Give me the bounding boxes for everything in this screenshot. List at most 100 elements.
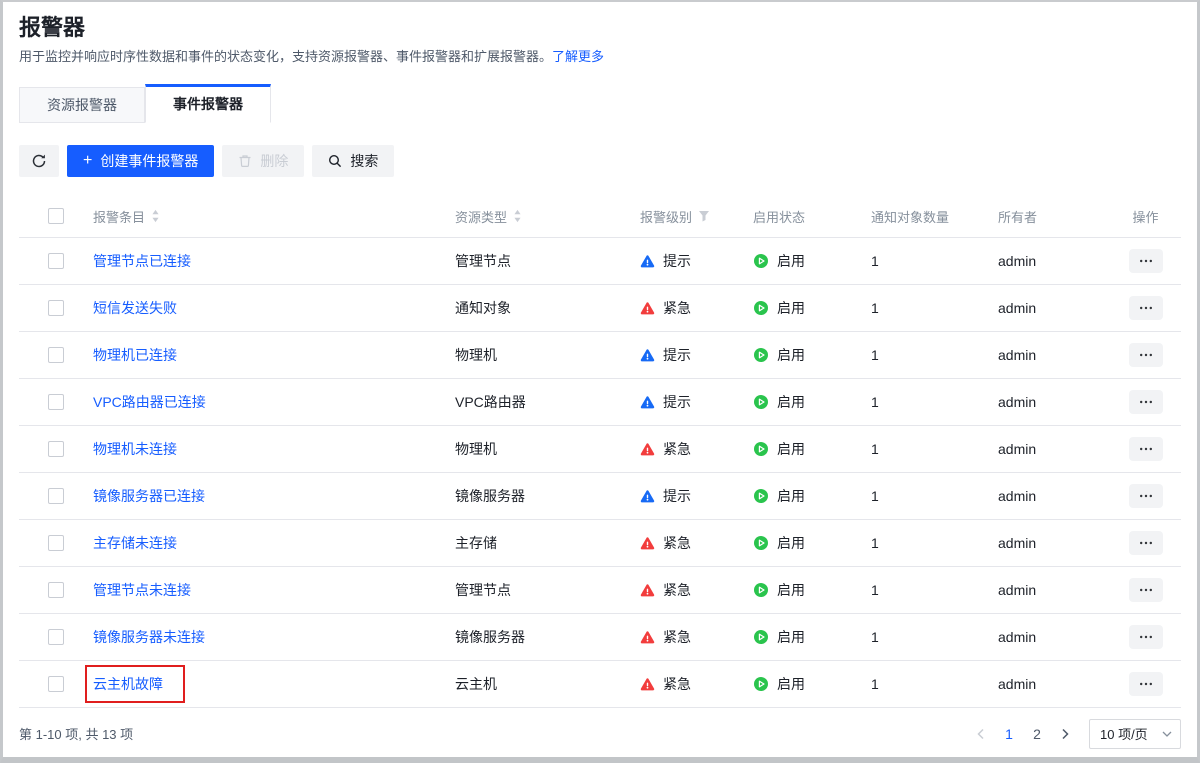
- row-checkbox[interactable]: [48, 300, 64, 316]
- filter-icon[interactable]: [698, 210, 710, 222]
- delete-label: 删除: [260, 151, 288, 171]
- resource-type-cell: 镜像服务器: [455, 486, 640, 506]
- row-checkbox[interactable]: [48, 488, 64, 504]
- row-actions-button[interactable]: [1129, 249, 1163, 273]
- status-label: 启用: [777, 392, 805, 412]
- table-footer: 第 1-10 项, 共 13 项 1 2 10 项/页: [19, 708, 1181, 759]
- row-checkbox[interactable]: [48, 347, 64, 363]
- alarm-name-link[interactable]: 云主机故障: [93, 676, 163, 692]
- notify-count-cell: 1: [871, 347, 998, 363]
- next-page-button[interactable]: [1053, 722, 1077, 746]
- row-checkbox[interactable]: [48, 535, 64, 551]
- row-actions-button[interactable]: [1129, 531, 1163, 555]
- status-enabled-icon: [753, 347, 769, 363]
- tab-resource-alarms[interactable]: 资源报警器: [19, 87, 145, 123]
- alarm-level-label: 紧急: [663, 627, 691, 647]
- row-actions-button[interactable]: [1129, 437, 1163, 461]
- alarm-name-link[interactable]: 短信发送失败: [93, 300, 177, 316]
- chevron-down-icon: [1162, 731, 1172, 737]
- alarm-name-link[interactable]: 镜像服务器已连接: [93, 488, 205, 504]
- page-size-select[interactable]: 10 项/页: [1089, 719, 1181, 749]
- enable-status-cell: 启用: [753, 345, 871, 365]
- page-number-1[interactable]: 1: [997, 722, 1021, 746]
- alarm-level-cell: 提示: [640, 392, 753, 412]
- alarm-name-cell: 管理节点未连接: [93, 580, 191, 600]
- alarm-level-label: 提示: [663, 486, 691, 506]
- alarm-level-label: 紧急: [663, 674, 691, 694]
- column-header-owner: 所有者: [998, 207, 1110, 226]
- column-header-alarm-name[interactable]: 报警条目: [93, 207, 455, 226]
- row-checkbox[interactable]: [48, 441, 64, 457]
- row-checkbox[interactable]: [48, 676, 64, 692]
- row-actions-button[interactable]: [1129, 672, 1163, 696]
- learn-more-link[interactable]: 了解更多: [552, 49, 604, 64]
- ellipsis-icon: [1139, 259, 1153, 263]
- alarm-name-link[interactable]: 物理机已连接: [93, 347, 177, 363]
- notify-count-cell: 1: [871, 253, 998, 269]
- status-enabled-icon: [753, 629, 769, 645]
- row-checkbox[interactable]: [48, 629, 64, 645]
- alarm-level-cell: 紧急: [640, 439, 753, 459]
- sort-icon[interactable]: [513, 209, 522, 223]
- enable-status-cell: 启用: [753, 674, 871, 694]
- create-event-alarm-button[interactable]: + 创建事件报警器: [67, 145, 214, 177]
- refresh-button[interactable]: [19, 145, 59, 177]
- resource-type-cell: 主存储: [455, 533, 640, 553]
- create-event-alarm-label: 创建事件报警器: [100, 151, 198, 171]
- page-description-text: 用于监控并响应时序性数据和事件的状态变化，支持资源报警器、事件报警器和扩展报警器…: [19, 49, 552, 64]
- row-actions-button[interactable]: [1129, 578, 1163, 602]
- row-actions-button[interactable]: [1129, 296, 1163, 320]
- status-label: 启用: [777, 674, 805, 694]
- alarm-level-cell: 紧急: [640, 627, 753, 647]
- row-actions-button[interactable]: [1129, 343, 1163, 367]
- owner-cell: admin: [998, 347, 1110, 363]
- prev-page-button[interactable]: [969, 722, 993, 746]
- owner-cell: admin: [998, 488, 1110, 504]
- table-row: 物理机已连接 物理机 提示 启用 1 admin: [19, 332, 1181, 379]
- column-header-resource-type[interactable]: 资源类型: [455, 207, 640, 226]
- table-row: 管理节点未连接 管理节点 紧急 启用 1 admin: [19, 567, 1181, 614]
- column-header-alarm-level[interactable]: 报警级别: [640, 207, 753, 226]
- alarm-name-link[interactable]: 物理机未连接: [93, 441, 177, 457]
- alarm-name-link[interactable]: 管理节点未连接: [93, 582, 191, 598]
- alarm-level-label: 提示: [663, 392, 691, 412]
- sort-icon[interactable]: [151, 209, 160, 223]
- alarm-name-link[interactable]: 镜像服务器未连接: [93, 629, 205, 645]
- status-label: 启用: [777, 298, 805, 318]
- row-actions-button[interactable]: [1129, 625, 1163, 649]
- alarm-level-icon: [640, 301, 655, 316]
- table-body: 管理节点已连接 管理节点 提示 启用 1 admin: [19, 238, 1181, 708]
- alarm-level-cell: 提示: [640, 486, 753, 506]
- row-checkbox[interactable]: [48, 582, 64, 598]
- status-enabled-icon: [753, 676, 769, 692]
- alarm-level-label: 紧急: [663, 533, 691, 553]
- owner-cell: admin: [998, 582, 1110, 598]
- status-enabled-icon: [753, 300, 769, 316]
- row-actions-button[interactable]: [1129, 484, 1163, 508]
- alarm-level-icon: [640, 536, 655, 551]
- table-row: 短信发送失败 通知对象 紧急 启用 1 admin: [19, 285, 1181, 332]
- select-all-checkbox[interactable]: [48, 208, 64, 224]
- delete-button[interactable]: 删除: [222, 145, 304, 177]
- alarm-name-link[interactable]: 管理节点已连接: [93, 253, 191, 269]
- alarm-name-link[interactable]: 主存储未连接: [93, 535, 177, 551]
- alarm-level-label: 提示: [663, 251, 691, 271]
- status-enabled-icon: [753, 582, 769, 598]
- table-row: 云主机故障 云主机 紧急 启用 1 admin: [19, 661, 1181, 708]
- resource-type-cell: 物理机: [455, 345, 640, 365]
- page-number-2[interactable]: 2: [1025, 722, 1049, 746]
- enable-status-cell: 启用: [753, 251, 871, 271]
- page-size-value: 10 项/页: [1100, 724, 1148, 743]
- status-enabled-icon: [753, 394, 769, 410]
- alarm-level-label: 紧急: [663, 298, 691, 318]
- row-checkbox[interactable]: [48, 253, 64, 269]
- search-button[interactable]: 搜索: [312, 145, 394, 177]
- table-row: 管理节点已连接 管理节点 提示 启用 1 admin: [19, 238, 1181, 285]
- alarm-name-cell: 管理节点已连接: [93, 251, 191, 271]
- row-checkbox[interactable]: [48, 394, 64, 410]
- table-header-row: 报警条目 资源类型 报警级别: [19, 195, 1181, 238]
- alarm-name-link[interactable]: VPC路由器已连接: [93, 394, 206, 410]
- status-label: 启用: [777, 345, 805, 365]
- tab-event-alarms[interactable]: 事件报警器: [145, 84, 271, 123]
- row-actions-button[interactable]: [1129, 390, 1163, 414]
